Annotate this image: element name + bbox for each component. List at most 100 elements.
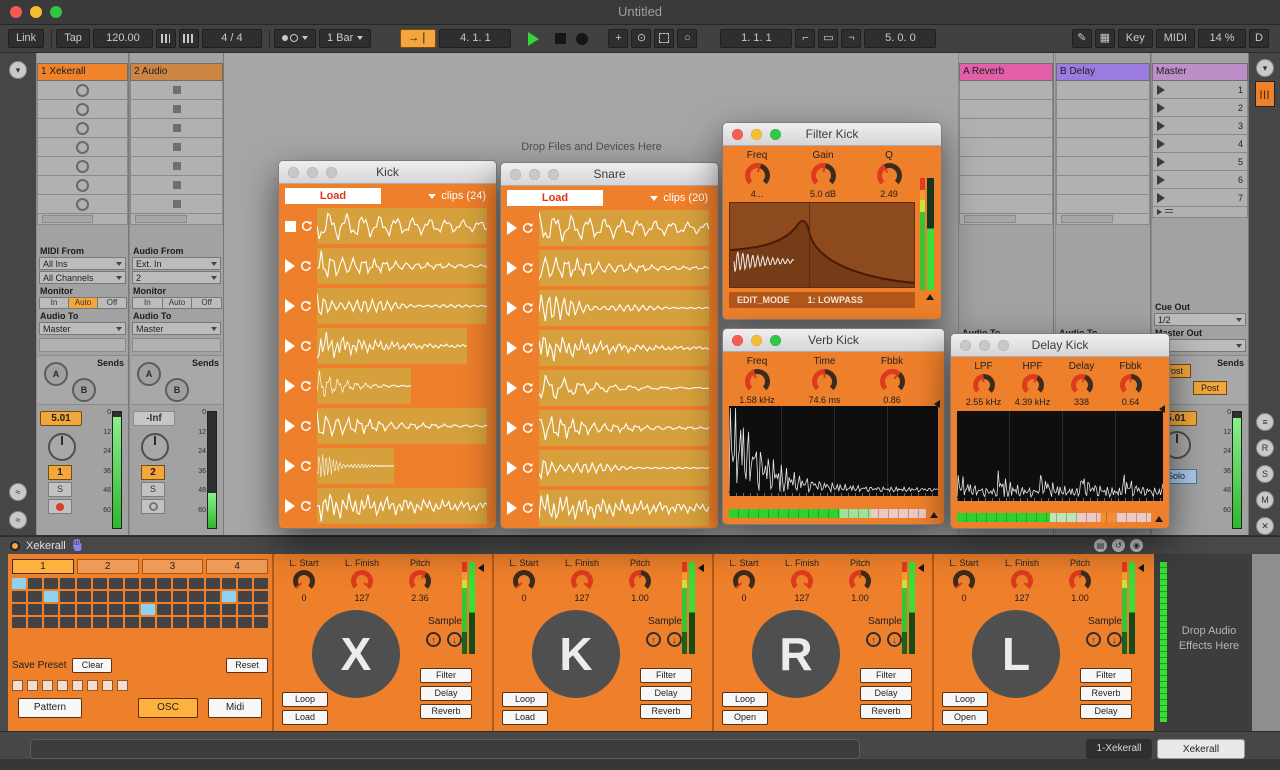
close-icon[interactable] [10,6,22,18]
step-cell[interactable] [238,604,252,615]
step-cell[interactable] [254,617,268,628]
reset-button[interactable]: Reset [226,658,268,673]
audio-from-select[interactable]: Ext. In [132,257,221,270]
sampler-knob[interactable] [791,570,813,592]
preset-slot-button[interactable] [102,680,113,691]
loop-icon[interactable] [299,380,312,393]
midi-from-select[interactable]: All Ins [39,257,126,270]
delay-waveform-display[interactable] [957,411,1163,501]
reverb-button[interactable]: Reverb [860,704,912,719]
sample-down-button[interactable]: ↓ [447,632,462,647]
knob[interactable] [745,369,770,394]
filter-button[interactable]: Filter [420,668,472,683]
monitor-auto-button[interactable]: Auto [162,297,193,309]
nudge-down-button[interactable] [156,29,176,48]
filter-kick-window[interactable]: Filter Kick Freq4...Gain5.0 dBQ2.49 EDIT… [722,122,942,320]
clip-slot[interactable] [1056,138,1150,157]
track-header-xekerall[interactable]: 1 Xekerall [37,63,128,81]
step-cell[interactable] [109,578,123,589]
play-icon[interactable] [285,459,295,473]
sample-row[interactable] [283,448,492,484]
volume-display[interactable]: -Inf [133,411,175,426]
zoom-icon[interactable] [998,340,1009,351]
scene-row[interactable]: 6 [1152,171,1248,189]
step-cell[interactable] [109,604,123,615]
scene-play-icon[interactable] [1157,139,1165,149]
reverb-button[interactable]: Reverb [420,704,472,719]
step-cell[interactable] [125,578,139,589]
clip-slot[interactable] [1056,176,1150,195]
step-cell[interactable] [157,604,171,615]
step-cell[interactable] [60,617,74,628]
window-titlebar[interactable]: Untitled [0,0,1280,25]
pattern-tab-4[interactable]: 4 [206,559,268,574]
automation-arm-button[interactable]: ⊙ [631,29,651,48]
delay-window-titlebar[interactable]: Delay Kick [951,334,1169,357]
master-header[interactable]: Master [1152,63,1248,81]
loop-icon[interactable] [299,340,312,353]
step-cell[interactable] [189,617,203,628]
quantization-menu[interactable]: 1 Bar [319,29,371,48]
loop-icon[interactable] [299,420,312,433]
load-button[interactable]: Load [502,710,548,725]
sample-pad-l[interactable]: L [972,610,1060,698]
minimize-icon[interactable] [751,129,762,140]
punch-in-button[interactable]: ⌐ [795,29,815,48]
step-cell[interactable] [109,591,123,602]
io-show-icon[interactable]: ≡ [1256,413,1274,431]
clips-dropdown[interactable]: clips (20) [650,192,708,204]
play-icon[interactable] [285,299,295,313]
clip-slot[interactable] [37,138,128,157]
step-cell[interactable] [44,617,58,628]
knob[interactable] [973,374,995,396]
step-cell[interactable] [77,578,91,589]
scene-play-icon[interactable] [1157,157,1165,167]
zoom-icon[interactable] [50,6,62,18]
sample-pad-r[interactable]: R [752,610,840,698]
close-icon[interactable] [288,167,299,178]
osc-button[interactable]: OSC [138,698,198,718]
loop-icon[interactable] [521,222,534,235]
scene-play-icon[interactable] [1157,175,1165,185]
sample-down-button[interactable]: ↓ [887,632,902,647]
sample-up-button[interactable]: ↑ [646,632,661,647]
step-cell[interactable] [125,617,139,628]
step-cell[interactable] [60,591,74,602]
clip-slot[interactable] [959,157,1053,176]
clip-slot[interactable] [37,176,128,195]
loop-icon[interactable] [521,262,534,275]
step-cell[interactable] [157,591,171,602]
step-cell[interactable] [222,591,236,602]
arm-button[interactable] [48,499,72,514]
monitor-in-button[interactable]: In [132,297,163,309]
play-icon[interactable] [285,379,295,393]
pattern-tab-3[interactable]: 3 [142,559,204,574]
nudge-up-button[interactable] [179,29,199,48]
minimize-icon[interactable] [751,335,762,346]
play-icon[interactable] [507,341,517,355]
clip-slot[interactable] [959,119,1053,138]
delay-button[interactable]: Delay [1080,704,1132,719]
loop-start-display[interactable]: 1. 1. 1 [720,29,792,48]
send-b-knob[interactable]: B [72,378,96,402]
loop-icon[interactable] [521,422,534,435]
play-icon[interactable] [285,259,295,273]
knob[interactable] [1120,374,1142,396]
pattern-tab-2[interactable]: 2 [77,559,139,574]
sampler-knob[interactable] [629,570,651,592]
knob[interactable] [812,369,837,394]
mixer-view-icon[interactable]: ||| [1255,81,1275,107]
pan-knob[interactable] [141,433,169,461]
return-header-delay[interactable]: B Delay [1056,63,1150,81]
minimize-icon[interactable] [30,6,42,18]
step-cell[interactable] [222,604,236,615]
step-cell[interactable] [141,591,155,602]
save-preset-icon[interactable]: ◉ [1130,539,1143,552]
play-icon[interactable] [285,419,295,433]
sample-row[interactable] [283,408,492,444]
loop-icon[interactable] [299,300,312,313]
scene-row[interactable]: 3 [1152,117,1248,135]
minimize-icon[interactable] [307,167,318,178]
overdub-button[interactable]: + [608,29,628,48]
loop-icon[interactable] [299,260,312,273]
